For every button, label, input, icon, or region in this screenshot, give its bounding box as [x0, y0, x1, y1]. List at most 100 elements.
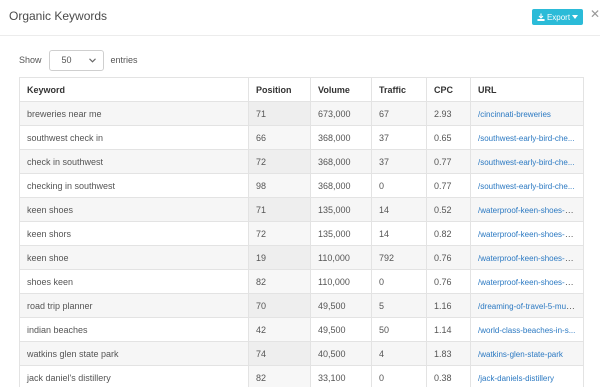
url-link[interactable]: /waterproof-keen-shoes-re... [478, 277, 579, 287]
url-cell: /jack-daniels-distillery [470, 365, 584, 387]
volume-cell: 110,000 [310, 269, 372, 294]
position-cell: 19 [248, 245, 311, 270]
cpc-cell: 1.14 [426, 317, 471, 342]
traffic-cell: 0 [371, 269, 427, 294]
keyword-cell: southwest check in [19, 125, 249, 150]
url-cell: /cincinnati-breweries [470, 101, 584, 126]
volume-cell: 33,100 [310, 365, 372, 387]
url-cell: /southwest-early-bird-che... [470, 173, 584, 198]
cpc-cell: 1.16 [426, 293, 471, 318]
position-cell: 42 [248, 317, 311, 342]
traffic-cell: 50 [371, 317, 427, 342]
url-cell: /world-class-beaches-in-s... [470, 317, 584, 342]
position-cell: 71 [248, 101, 311, 126]
position-cell: 72 [248, 221, 311, 246]
traffic-cell: 14 [371, 221, 427, 246]
cpc-cell: 2.93 [426, 101, 471, 126]
position-cell: 72 [248, 149, 311, 174]
url-link[interactable]: /waterproof-keen-shoes-re... [478, 229, 579, 239]
keyword-cell: watkins glen state park [19, 341, 249, 366]
traffic-cell: 5 [371, 293, 427, 318]
caret-down-icon [572, 15, 579, 19]
close-icon[interactable]: ✕ [590, 8, 600, 20]
volume-cell: 368,000 [310, 173, 372, 198]
download-icon [537, 13, 545, 21]
url-cell: /dreaming-of-travel-5-mus... [470, 293, 584, 318]
table-row: keen shoe 19 110,000 792 0.76 /waterproo… [19, 245, 584, 270]
volume-cell: 368,000 [310, 125, 372, 150]
position-cell: 82 [248, 365, 311, 387]
modal-header: Organic Keywords Export ✕ [0, 0, 600, 36]
url-cell: /southwest-early-bird-che... [470, 149, 584, 174]
keywords-table: Keyword Position Volume Traffic CPC URL … [19, 77, 584, 387]
cpc-cell: 1.83 [426, 341, 471, 366]
position-cell: 98 [248, 173, 311, 198]
table-row: jack daniel's distillery 82 33,100 0 0.3… [19, 365, 584, 387]
position-cell: 71 [248, 197, 311, 222]
table-header-row: Keyword Position Volume Traffic CPC URL [19, 77, 584, 102]
url-link[interactable]: /southwest-early-bird-che... [478, 158, 574, 167]
url-cell: /waterproof-keen-shoes-re... [470, 197, 584, 222]
cpc-cell: 0.38 [426, 365, 471, 387]
export-button[interactable]: Export [532, 9, 583, 25]
keyword-cell: jack daniel's distillery [19, 365, 249, 387]
column-header-position[interactable]: Position [248, 77, 311, 102]
keyword-cell: check in southwest [19, 149, 249, 174]
url-link[interactable]: /waterproof-keen-shoes-re... [478, 205, 579, 215]
url-link[interactable]: /southwest-early-bird-che... [478, 134, 574, 143]
traffic-cell: 792 [371, 245, 427, 270]
volume-cell: 40,500 [310, 341, 372, 366]
table-row: watkins glen state park 74 40,500 4 1.83… [19, 341, 584, 366]
column-header-volume[interactable]: Volume [310, 77, 372, 102]
entries-select[interactable]: 50 [48, 49, 104, 71]
traffic-cell: 4 [371, 341, 427, 366]
table-row: shoes keen 82 110,000 0 0.76 /waterproof… [19, 269, 584, 294]
keyword-cell: checking in southwest [19, 173, 249, 198]
export-label: Export [546, 12, 571, 22]
url-link[interactable]: /world-class-beaches-in-s... [478, 326, 575, 335]
keyword-cell: keen shors [19, 221, 249, 246]
chevron-down-icon [88, 56, 96, 65]
table-row: check in southwest 72 368,000 37 0.77 /s… [19, 149, 584, 174]
volume-cell: 49,500 [310, 293, 372, 318]
traffic-cell: 37 [371, 125, 427, 150]
url-cell: /waterproof-keen-shoes-re... [470, 221, 584, 246]
keyword-cell: keen shoe [19, 245, 249, 270]
cpc-cell: 0.52 [426, 197, 471, 222]
position-cell: 70 [248, 293, 311, 318]
show-label: Show [19, 55, 42, 65]
url-cell: /waterproof-keen-shoes-re... [470, 269, 584, 294]
url-cell: /southwest-early-bird-che... [470, 125, 584, 150]
traffic-cell: 14 [371, 197, 427, 222]
url-link[interactable]: /jack-daniels-distillery [478, 374, 554, 383]
cpc-cell: 0.65 [426, 125, 471, 150]
column-header-keyword[interactable]: Keyword [19, 77, 249, 102]
column-header-traffic[interactable]: Traffic [371, 77, 427, 102]
url-link[interactable]: /southwest-early-bird-che... [478, 182, 574, 191]
table-row: southwest check in 66 368,000 37 0.65 /s… [19, 125, 584, 150]
cpc-cell: 0.77 [426, 149, 471, 174]
cpc-cell: 0.76 [426, 269, 471, 294]
volume-cell: 49,500 [310, 317, 372, 342]
column-header-cpc[interactable]: CPC [426, 77, 471, 102]
modal-title: Organic Keywords [9, 9, 108, 23]
url-link[interactable]: /watkins-glen-state-park [478, 350, 563, 359]
cpc-cell: 0.77 [426, 173, 471, 198]
position-cell: 66 [248, 125, 311, 150]
volume-cell: 368,000 [310, 149, 372, 174]
position-cell: 74 [248, 341, 311, 366]
keyword-cell: breweries near me [19, 101, 249, 126]
url-link[interactable]: /waterproof-keen-shoes-re... [478, 253, 579, 263]
url-link[interactable]: /dreaming-of-travel-5-mus... [478, 301, 577, 311]
traffic-cell: 0 [371, 173, 427, 198]
keyword-cell: shoes keen [19, 269, 249, 294]
column-header-url[interactable]: URL [470, 77, 584, 102]
position-cell: 82 [248, 269, 311, 294]
traffic-cell: 37 [371, 149, 427, 174]
table-row: keen shors 72 135,000 14 0.82 /waterproo… [19, 221, 584, 246]
table-row: road trip planner 70 49,500 5 1.16 /drea… [19, 293, 584, 318]
url-link[interactable]: /cincinnati-breweries [478, 110, 551, 119]
volume-cell: 673,000 [310, 101, 372, 126]
cpc-cell: 0.76 [426, 245, 471, 270]
table-row: indian beaches 42 49,500 50 1.14 /world-… [19, 317, 584, 342]
